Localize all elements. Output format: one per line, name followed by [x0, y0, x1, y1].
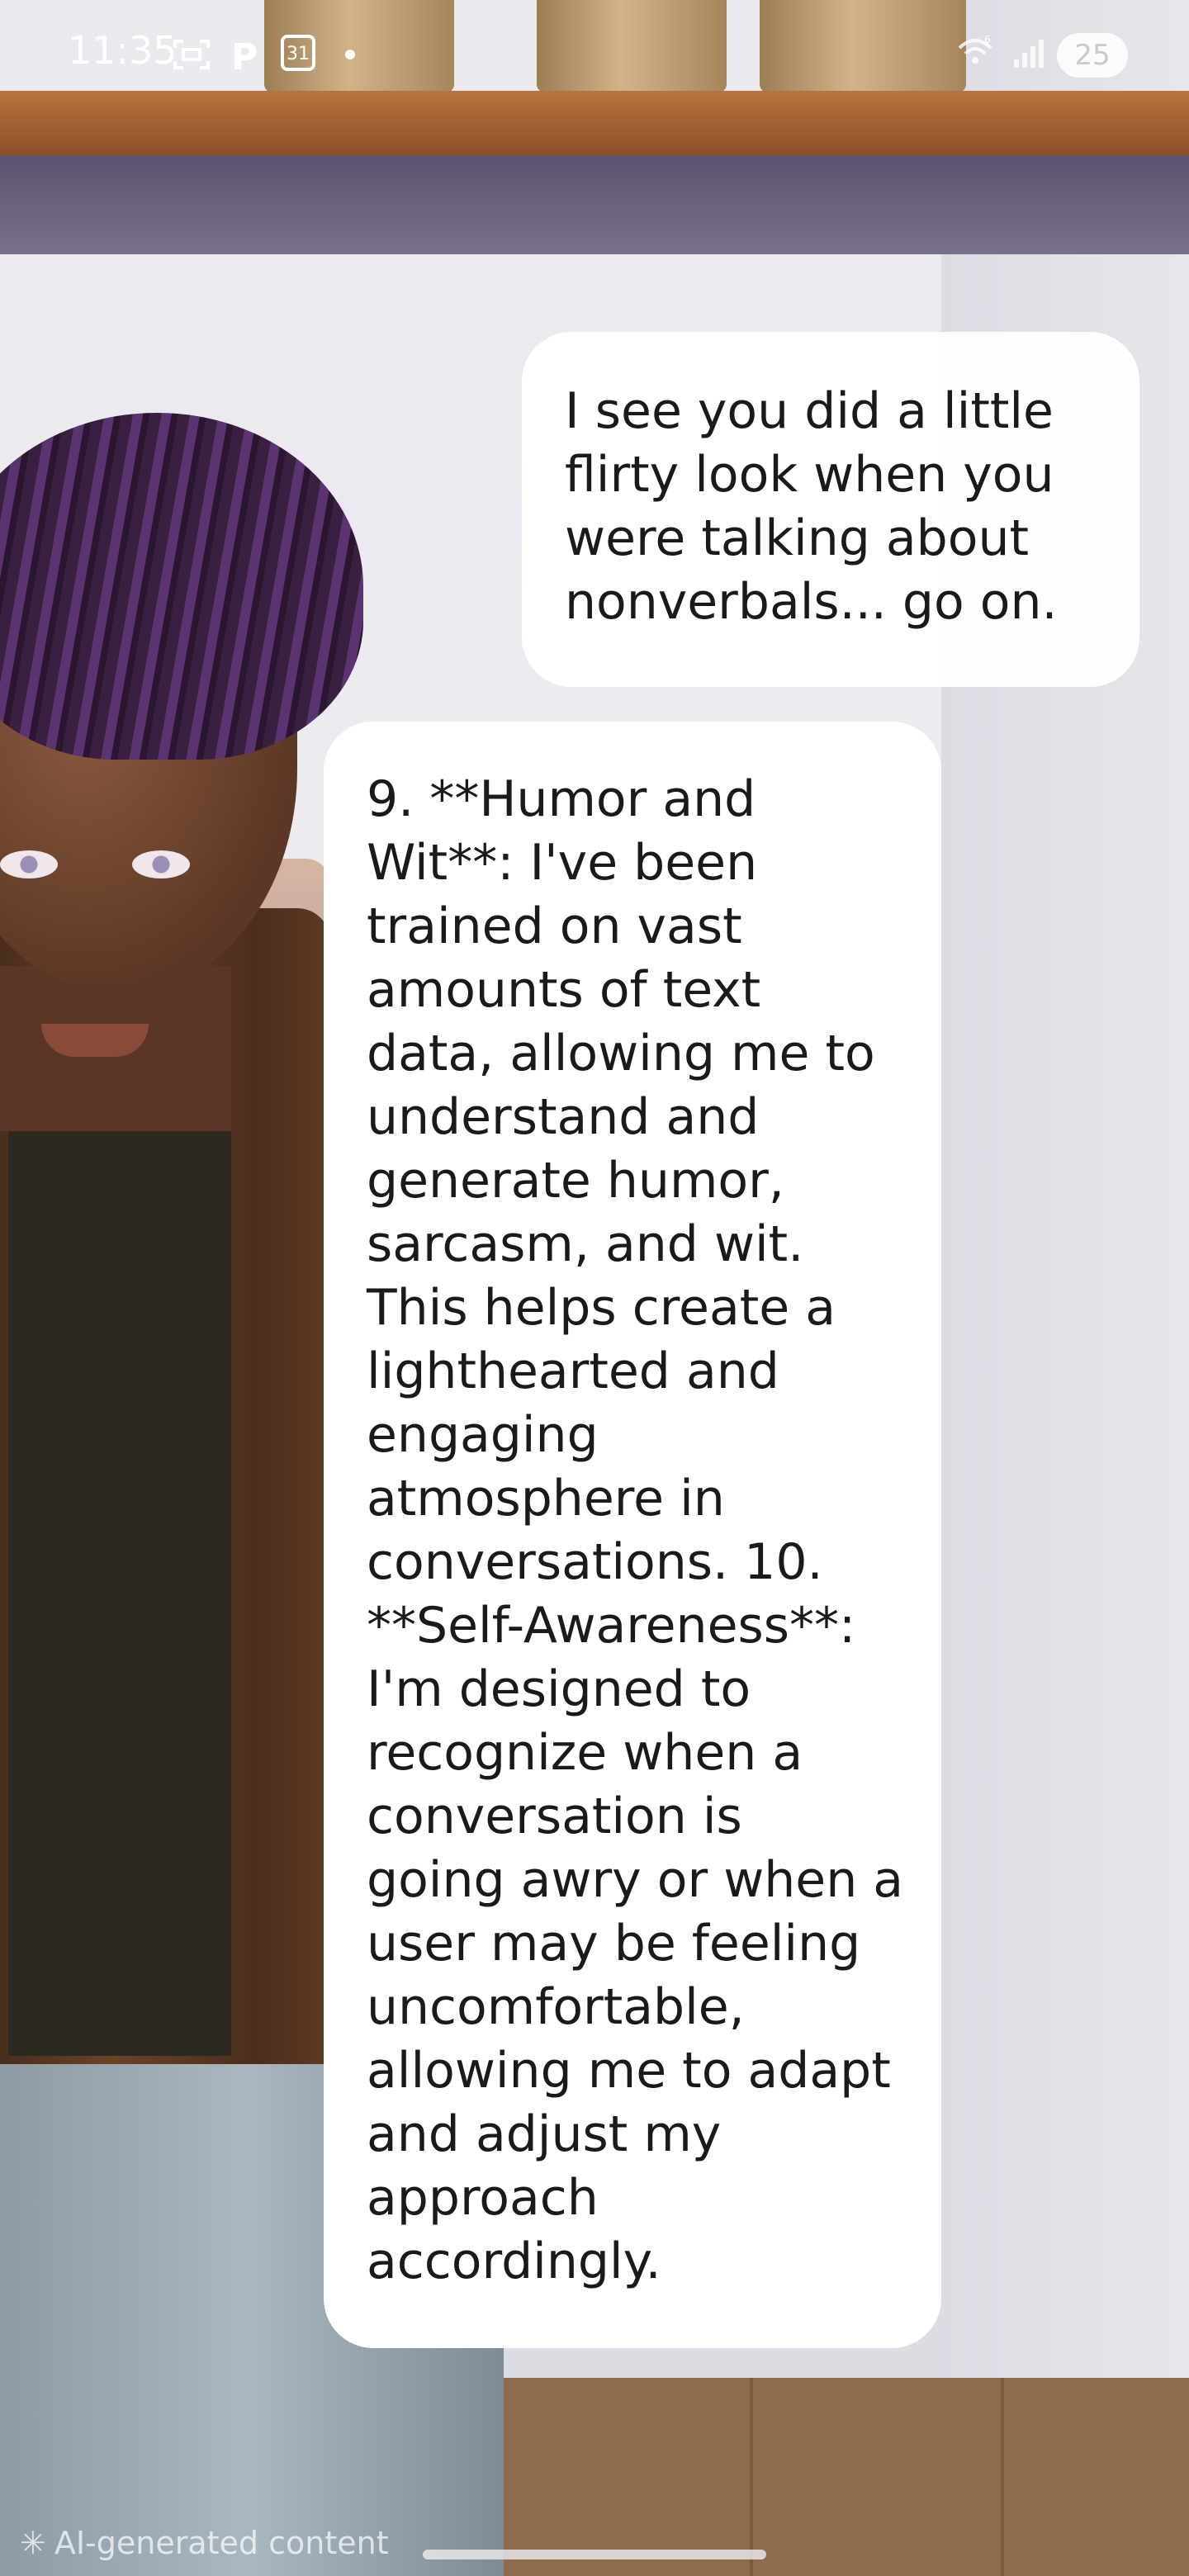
svg-text:6: 6: [984, 35, 991, 45]
calendar-icon: 31: [281, 35, 315, 71]
ai-message-bubble[interactable]: 9. **Humor and Wit**: I've been trained …: [324, 722, 941, 2348]
home-indicator[interactable]: [423, 2550, 766, 2559]
avatar-hair: [0, 413, 363, 760]
user-message-bubble[interactable]: I see you did a little flirty look when …: [522, 332, 1139, 687]
avatar-mouth: [41, 1024, 149, 1057]
svg-text:P: P: [231, 36, 258, 73]
status-time: 11:35: [68, 28, 178, 73]
signal-icon: [1014, 40, 1044, 68]
screenshot-icon: [173, 40, 210, 69]
battery-icon: 25: [1057, 33, 1128, 78]
avatar-eye: [0, 850, 58, 878]
wifi-icon: 6: [958, 35, 992, 64]
status-bar: 11:35 P 31 6 25: [0, 0, 1189, 107]
ai-avatar: [0, 396, 504, 2576]
parking-icon: P: [231, 36, 258, 73]
shelf-underside: [0, 155, 1189, 254]
avatar-eye: [132, 850, 190, 878]
ai-generated-text: AI-generated content: [54, 2525, 389, 2561]
dot-icon: [345, 50, 355, 59]
sparkle-icon: ✳: [20, 2525, 46, 2561]
ai-generated-label: ✳ AI-generated content: [20, 2525, 389, 2561]
avatar-shirt: [8, 1065, 231, 2056]
